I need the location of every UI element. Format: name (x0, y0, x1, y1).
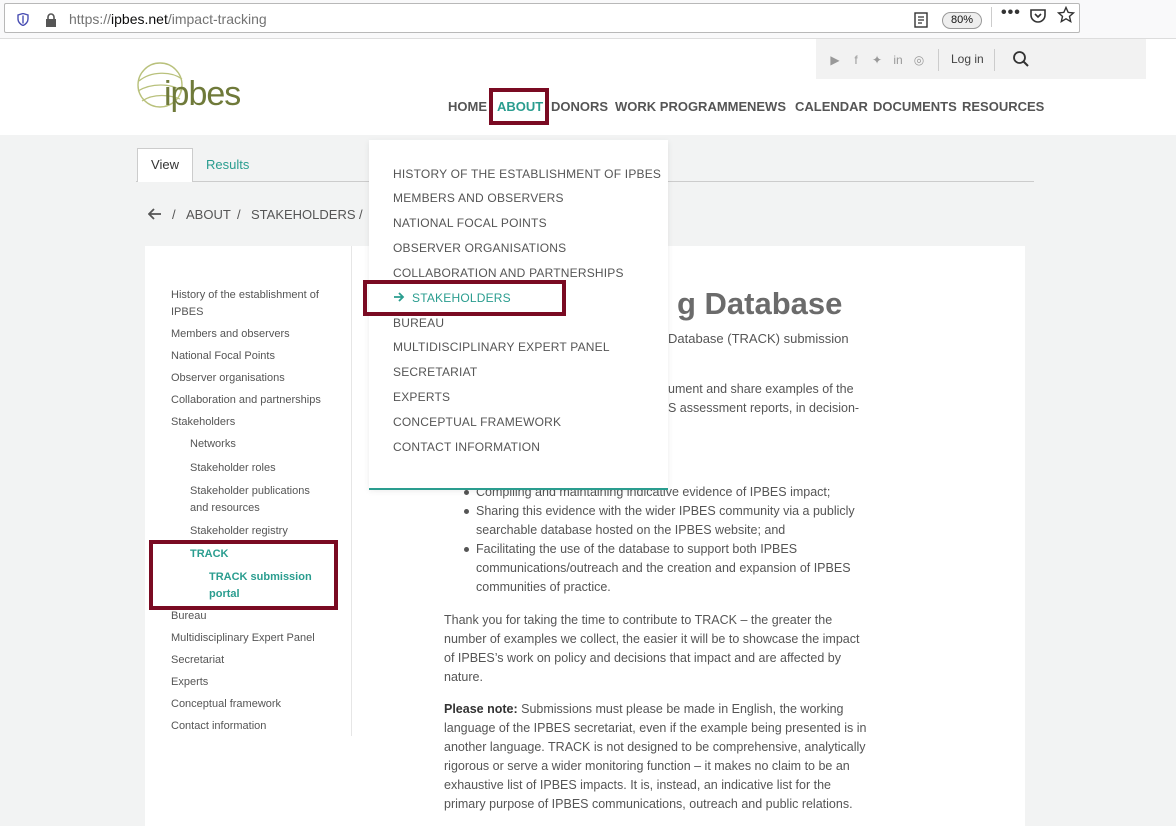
note-line: primary purpose of IPBES communications,… (444, 797, 853, 811)
tab-view[interactable]: View (137, 148, 193, 182)
bullet-marker (464, 490, 469, 495)
dropdown-item-focal-points[interactable]: NATIONAL FOCAL POINTS (393, 216, 547, 230)
lock-icon[interactable] (44, 13, 58, 27)
sidebar-item-collaboration[interactable]: Collaboration and partnerships (171, 392, 321, 409)
breadcrumb-separator: / (359, 207, 363, 222)
bullet-text: searchable database hosted on the IPBES … (476, 523, 786, 537)
nav-calendar[interactable]: CALENDAR (795, 99, 868, 114)
note-line: Please note: Submissions must please be … (444, 700, 844, 719)
thanks-line: Thank you for taking the time to contrib… (444, 613, 833, 627)
sidebar-item-networks[interactable]: Networks (190, 436, 236, 453)
zoom-level[interactable]: 80% (942, 12, 982, 29)
dropdown-item-collaboration[interactable]: COLLABORATION AND PARTNERSHIPS (393, 266, 624, 280)
note-line: language of the IPBES secretariat, even … (444, 721, 867, 735)
breadcrumb-separator: / (172, 207, 176, 222)
tab-results[interactable]: Results (206, 157, 249, 172)
pocket-icon[interactable] (1029, 8, 1047, 24)
sidebar-item-registry[interactable]: Stakeholder registry (190, 523, 288, 540)
sidebar-item-publications[interactable]: Stakeholder publications (190, 483, 310, 500)
sidebar-item-conceptual-framework[interactable]: Conceptual framework (171, 696, 281, 713)
nav-donors[interactable]: DONORS (551, 99, 608, 114)
dropdown-item-observer-orgs[interactable]: OBSERVER ORGANISATIONS (393, 241, 566, 255)
thanks-line: nature. (444, 670, 483, 684)
about-highlight-box (489, 88, 549, 125)
dropdown-item-mep[interactable]: MULTIDISCIPLINARY EXPERT PANEL (393, 340, 610, 354)
sidebar-item-mep[interactable]: Multidisciplinary Expert Panel (171, 630, 315, 647)
sidebar-item-stakeholders[interactable]: Stakeholders (171, 414, 235, 431)
bullet-text: Facilitating the use of the database to … (476, 542, 798, 556)
note-line: exhaustive list of IPBES impacts. It is,… (444, 778, 831, 792)
nav-home[interactable]: HOME (448, 99, 487, 114)
dropdown-item-bureau[interactable]: BUREAU (393, 316, 444, 330)
site-header: ipbes ▶ f ✦ in ◎ Log in HOME ABOUT DONOR… (0, 39, 1176, 135)
thanks-line: of IPBES’s work on policy and decisions … (444, 651, 841, 665)
dropdown-item-contact[interactable]: CONTACT INFORMATION (393, 440, 540, 454)
intro-line: S assessment reports, in decision- (668, 401, 860, 415)
breadcrumb-stakeholders[interactable]: STAKEHOLDERS (251, 207, 356, 222)
sidebar-item-history[interactable]: History of the establishment of (171, 287, 319, 304)
stakeholders-highlight-box (363, 280, 566, 316)
bullet-text: communications/outreach and the creation… (476, 561, 851, 575)
sidebar-item-focal-points[interactable]: National Focal Points (171, 348, 275, 365)
nav-documents[interactable]: DOCUMENTS (873, 99, 957, 114)
back-arrow-icon[interactable] (148, 208, 162, 220)
login-link[interactable]: Log in (951, 52, 984, 66)
note-text: Submissions must please be made in Engli… (517, 702, 844, 716)
youtube-icon[interactable]: ▶ (828, 53, 842, 67)
intro-line: ument and share examples of the (668, 382, 854, 396)
nav-work-programme[interactable]: WORK PROGRAMME (615, 99, 747, 114)
nav-news[interactable]: NEWS (747, 99, 786, 114)
page-title: g Database (677, 286, 843, 321)
track-highlight-box (149, 540, 338, 610)
url-text[interactable]: https://ipbes.net/impact-tracking (69, 11, 267, 27)
sidebar-divider (351, 246, 352, 736)
logo-text[interactable]: ipbes (164, 75, 241, 114)
reader-view-icon[interactable] (913, 12, 929, 28)
dropdown-item-history[interactable]: HISTORY OF THE ESTABLISHMENT OF IPBES (393, 167, 661, 181)
nav-resources[interactable]: RESOURCES (962, 99, 1044, 114)
bookmark-star-icon[interactable] (1057, 6, 1075, 24)
dropdown-item-members[interactable]: MEMBERS AND OBSERVERS (393, 191, 564, 205)
dropdown-item-conceptual-framework[interactable]: CONCEPTUAL FRAMEWORK (393, 415, 561, 429)
browser-toolbar: https://ipbes.net/impact-tracking 80% ••… (0, 0, 1176, 39)
note-label: Please note: (444, 702, 518, 716)
facebook-icon[interactable]: f (849, 53, 863, 67)
note-line: rigorous or serve a wider monitoring fun… (444, 759, 850, 773)
sidebar-item-experts[interactable]: Experts (171, 674, 208, 691)
twitter-icon[interactable]: ✦ (870, 53, 884, 67)
sidebar-item-members[interactable]: Members and observers (171, 326, 290, 343)
sidebar-item-publications-cont[interactable]: and resources (190, 500, 260, 517)
more-actions-icon[interactable]: ••• (1001, 4, 1021, 22)
sidebar-item-bureau[interactable]: Bureau (171, 608, 206, 625)
bullet-marker (464, 509, 469, 514)
breadcrumb-about[interactable]: ABOUT (186, 207, 231, 222)
thanks-line: number of examples we collect, the easie… (444, 632, 860, 646)
search-icon[interactable] (1012, 50, 1030, 68)
shield-icon[interactable] (17, 13, 29, 26)
utility-divider (994, 49, 995, 71)
sidebar-item-secretariat[interactable]: Secretariat (171, 652, 224, 669)
address-bar[interactable]: https://ipbes.net/impact-tracking 80% (4, 3, 1080, 33)
dropdown-item-experts[interactable]: EXPERTS (393, 390, 450, 404)
sidebar-item-stakeholder-roles[interactable]: Stakeholder roles (190, 460, 276, 477)
bullet-marker (464, 547, 469, 552)
utility-divider (938, 49, 939, 71)
toolbar-divider (991, 7, 992, 27)
dropdown-item-secretariat[interactable]: SECRETARIAT (393, 365, 477, 379)
bullet-text: communities of practice. (476, 580, 611, 594)
instagram-icon[interactable]: ◎ (912, 53, 926, 67)
sidebar-item-history-cont[interactable]: IPBES (171, 304, 203, 321)
dropdown-bottom-accent (369, 488, 668, 490)
breadcrumb-separator: / (237, 207, 241, 222)
bullet-text: Sharing this evidence with the wider IPB… (476, 504, 855, 518)
page-subtitle: Database (TRACK) submission (668, 331, 849, 346)
sidebar-item-observer-orgs[interactable]: Observer organisations (171, 370, 285, 387)
linkedin-icon[interactable]: in (891, 53, 905, 67)
sidebar-item-contact[interactable]: Contact information (171, 718, 266, 735)
note-line: another language. TRACK is not designed … (444, 740, 866, 754)
